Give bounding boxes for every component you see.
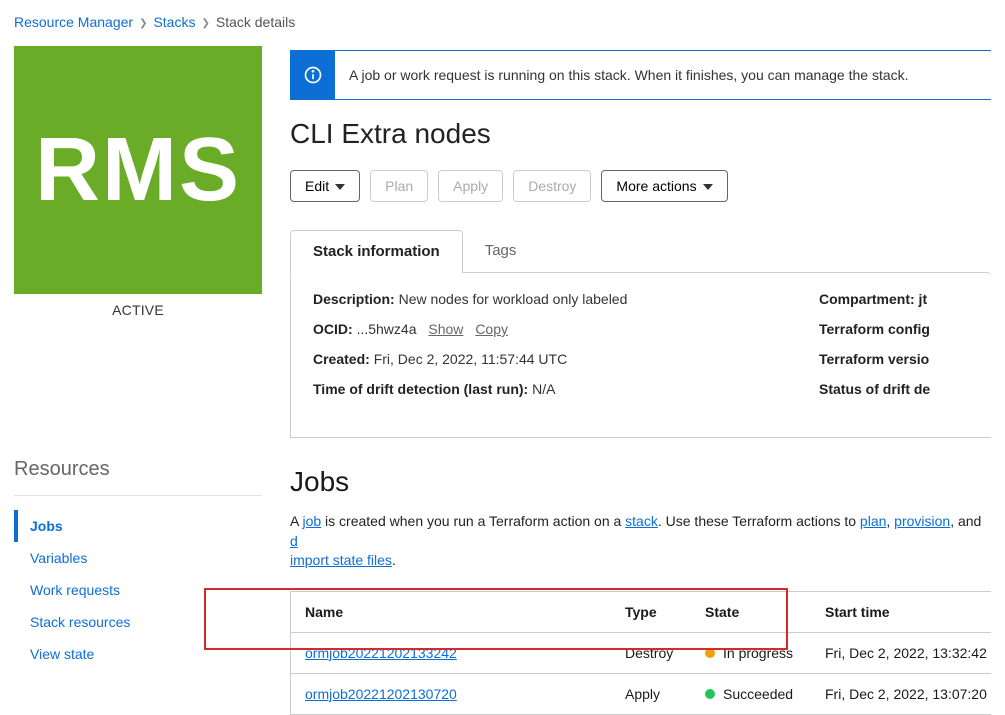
created-label: Created: — [313, 351, 370, 367]
sidebar-item-variables[interactable]: Variables — [14, 542, 262, 574]
chevron-right-icon: ❯ — [139, 18, 147, 29]
status-dot-icon — [705, 648, 715, 658]
sidebar-item-work-requests[interactable]: Work requests — [14, 574, 262, 606]
tab-stack-information[interactable]: Stack information — [290, 230, 463, 273]
stack-status: ACTIVE — [14, 302, 262, 318]
compartment-label: Compartment: jt — [819, 291, 927, 307]
stack-abbr: RMS — [35, 119, 241, 222]
job-state: Succeeded — [723, 686, 793, 702]
info-banner: A job or work request is running on this… — [290, 50, 991, 100]
tf-version-label: Terraform versio — [819, 351, 929, 367]
job-state: In progress — [723, 645, 793, 661]
more-actions-button[interactable]: More actions — [601, 170, 727, 202]
col-state: State — [691, 592, 811, 632]
status-dot-icon — [705, 689, 715, 699]
toolbar: Edit Plan Apply Destroy More actions — [290, 170, 991, 202]
d-link[interactable]: d — [290, 533, 298, 549]
resources-list: Jobs Variables Work requests Stack resou… — [14, 510, 262, 670]
sidebar-item-view-state[interactable]: View state — [14, 638, 262, 670]
resources-heading: Resources — [14, 458, 262, 496]
edit-button[interactable]: Edit — [290, 170, 360, 202]
job-name-link[interactable]: ormjob20221202133242 — [305, 645, 457, 661]
page-title: CLI Extra nodes — [290, 118, 991, 150]
plan-button: Plan — [370, 170, 428, 202]
job-link[interactable]: job — [302, 513, 321, 529]
stack-tile: RMS — [14, 46, 262, 294]
info-banner-text: A job or work request is running on this… — [335, 51, 923, 99]
stack-link[interactable]: stack — [625, 513, 658, 529]
chevron-right-icon: ❯ — [201, 18, 209, 29]
info-icon — [291, 51, 335, 99]
tf-config-label: Terraform config — [819, 321, 930, 337]
col-name: Name — [291, 592, 611, 632]
breadcrumb: Resource Manager ❯ Stacks ❯ Stack detail… — [0, 0, 1005, 38]
ocid-show-link[interactable]: Show — [428, 321, 463, 337]
jobs-table: Name Type State Start time ormjob2022120… — [290, 591, 991, 715]
plan-link[interactable]: plan — [860, 513, 886, 529]
edit-label: Edit — [305, 178, 329, 194]
caret-down-icon — [335, 184, 345, 190]
destroy-button: Destroy — [513, 170, 591, 202]
breadcrumb-current: Stack details — [216, 14, 295, 30]
provision-link[interactable]: provision — [894, 513, 950, 529]
job-start: Fri, Dec 2, 2022, 13:32:42 UTC — [811, 633, 991, 673]
job-start: Fri, Dec 2, 2022, 13:07:20 UTC — [811, 674, 991, 714]
job-type: Destroy — [611, 633, 691, 673]
apply-button: Apply — [438, 170, 503, 202]
job-name-link[interactable]: ormjob20221202130720 — [305, 686, 457, 702]
import-link[interactable]: import state files — [290, 552, 392, 568]
breadcrumb-root[interactable]: Resource Manager — [14, 14, 133, 30]
table-row: ormjob20221202130720 Apply Succeeded Fri… — [291, 674, 991, 715]
sidebar-item-jobs[interactable]: Jobs — [14, 510, 262, 542]
ocid-label: OCID: — [313, 321, 353, 337]
sidebar-item-stack-resources[interactable]: Stack resources — [14, 606, 262, 638]
col-type: Type — [611, 592, 691, 632]
drift-value: N/A — [532, 381, 555, 397]
tab-tags[interactable]: Tags — [463, 230, 539, 273]
caret-down-icon — [703, 184, 713, 190]
created-value: Fri, Dec 2, 2022, 11:57:44 UTC — [374, 351, 568, 367]
description-value: New nodes for workload only labeled — [399, 291, 628, 307]
stack-info-panel: Description: New nodes for workload only… — [290, 272, 991, 438]
more-actions-label: More actions — [616, 178, 696, 194]
tab-row: Stack information Tags — [290, 230, 991, 273]
drift-status-label: Status of drift de — [819, 381, 930, 397]
description-label: Description: — [313, 291, 395, 307]
jobs-description: A job is created when you run a Terrafor… — [290, 512, 991, 571]
job-type: Apply — [611, 674, 691, 714]
ocid-copy-link[interactable]: Copy — [475, 321, 508, 337]
breadcrumb-stacks[interactable]: Stacks — [153, 14, 195, 30]
col-start: Start time — [811, 592, 991, 632]
table-row: ormjob20221202133242 Destroy In progress… — [291, 633, 991, 674]
drift-label: Time of drift detection (last run): — [313, 381, 528, 397]
jobs-heading: Jobs — [290, 466, 991, 498]
ocid-value: ...5hwz4a — [357, 321, 417, 337]
